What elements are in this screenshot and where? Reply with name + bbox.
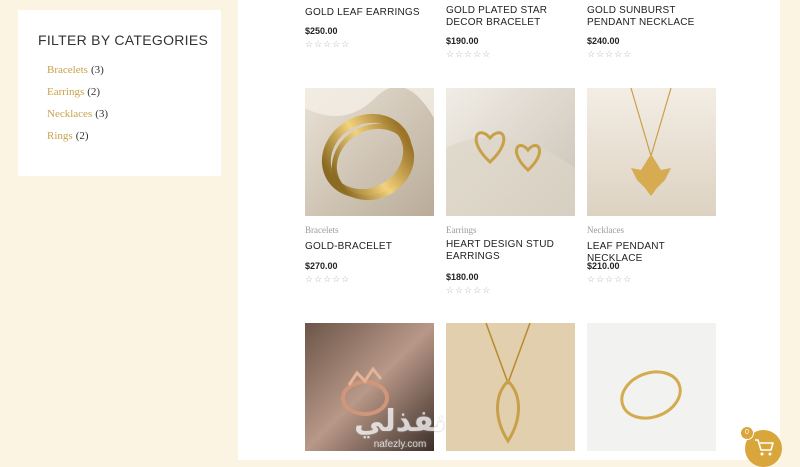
category-item-earrings: Earrings (2) xyxy=(47,86,100,98)
category-count: (3) xyxy=(95,108,109,120)
category-count: (2) xyxy=(87,86,101,98)
star-rating: ☆☆☆☆☆ xyxy=(305,274,351,284)
product-price: $250.00 xyxy=(305,26,338,36)
category-count: (2) xyxy=(75,130,89,142)
category-item-necklaces: Necklaces (3) xyxy=(47,108,108,120)
product-price: $180.00 xyxy=(446,272,479,282)
product-image[interactable] xyxy=(446,88,575,216)
category-filter-widget: FILTER BY CATEGORIES Bracelets (3) Earrin… xyxy=(18,10,221,176)
category-item-rings: Rings (2) xyxy=(47,130,89,142)
watermark-subtext: nafezly.com xyxy=(373,439,427,450)
product-title[interactable]: GOLD LEAF EARRINGS xyxy=(305,7,435,19)
page-gutter xyxy=(780,0,800,460)
category-link[interactable]: Bracelets xyxy=(47,64,88,76)
star-rating: ☆☆☆☆☆ xyxy=(305,39,351,49)
product-category[interactable]: Necklaces xyxy=(587,225,624,235)
category-item-bracelets: Bracelets (3) xyxy=(47,64,104,76)
category-count: (3) xyxy=(90,64,104,76)
category-link[interactable]: Earrings xyxy=(47,86,84,98)
star-rating: ☆☆☆☆☆ xyxy=(446,49,492,59)
product-price: $190.00 xyxy=(446,36,479,46)
product-title[interactable]: GOLD PLATED STAR DECOR BRACELET xyxy=(446,5,576,29)
product-image[interactable] xyxy=(446,323,575,451)
star-rating: ☆☆☆☆☆ xyxy=(446,285,492,295)
product-image[interactable] xyxy=(305,88,434,216)
category-link[interactable]: Rings xyxy=(47,130,73,142)
product-title[interactable]: HEART DESIGN STUD EARRINGS xyxy=(446,239,576,263)
watermark-logo: نفذلي nafezly.com xyxy=(340,405,460,460)
product-image[interactable] xyxy=(587,323,716,451)
filter-title: FILTER BY CATEGORIES xyxy=(38,32,209,48)
product-price: $270.00 xyxy=(305,261,338,271)
product-category[interactable]: Bracelets xyxy=(305,225,338,235)
cart-count-badge: 0 xyxy=(741,427,753,439)
product-price: $240.00 xyxy=(587,36,620,46)
star-rating: ☆☆☆☆☆ xyxy=(587,274,633,284)
watermark-text: نفذلي xyxy=(354,404,446,439)
star-rating: ☆☆☆☆☆ xyxy=(587,49,633,59)
product-title[interactable]: GOLD-BRACELET xyxy=(305,241,435,253)
product-image[interactable] xyxy=(587,88,716,216)
product-category[interactable]: Earrings xyxy=(446,225,477,235)
product-price: $210.00 xyxy=(587,261,620,271)
category-link[interactable]: Necklaces xyxy=(47,108,92,120)
product-title[interactable]: GOLD SUNBURST PENDANT NECKLACE xyxy=(587,5,717,29)
